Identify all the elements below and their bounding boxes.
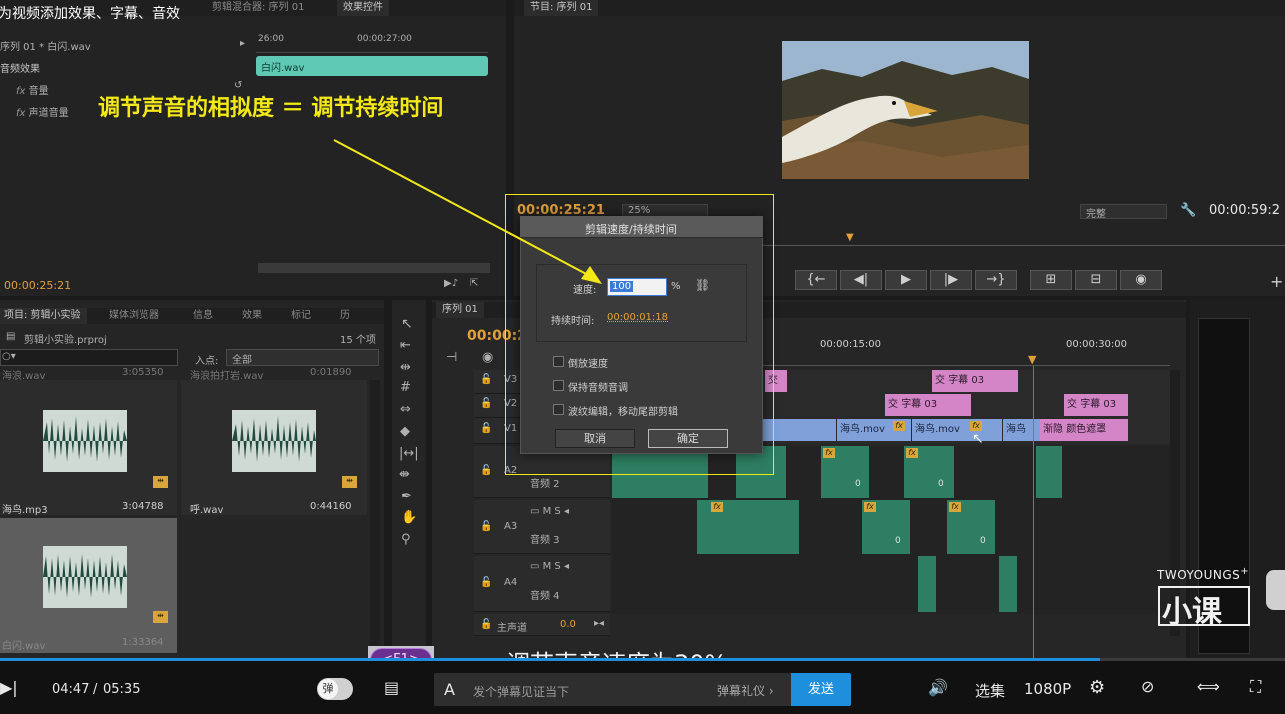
- fullscreen-icon[interactable]: ⛶: [1250, 677, 1261, 697]
- send-button-label: 发送: [807, 682, 834, 697]
- time-separator: /: [93, 682, 98, 697]
- total-time: 05:35: [103, 682, 141, 697]
- watermark-brand: TWOYOUNGS+: [1157, 566, 1250, 582]
- player-settings-icon[interactable]: ⚙: [1089, 677, 1105, 698]
- side-handle[interactable]: [1266, 570, 1285, 610]
- danmu-placeholder: 发个弹幕见证当下: [473, 685, 570, 699]
- next-icon[interactable]: ▶|: [0, 678, 18, 697]
- episodes-button[interactable]: 选集: [975, 680, 1005, 701]
- watermark-logo-text: 小课: [1162, 595, 1222, 630]
- send-button[interactable]: 发送: [791, 673, 851, 706]
- quality-button[interactable]: 1080P: [1024, 680, 1071, 698]
- danmu-toggle-label: 弹: [322, 682, 334, 695]
- danmu-etiquette-link[interactable]: 弹幕礼仪 ›: [717, 682, 774, 699]
- annotation-arrow: [333, 139, 602, 284]
- pip-off-icon[interactable]: ⊘: [1141, 677, 1154, 696]
- current-time: 04:47: [52, 682, 90, 697]
- danmu-settings-icon[interactable]: ▤: [384, 678, 399, 697]
- danmu-style-icon[interactable]: A: [444, 680, 455, 699]
- volume-icon[interactable]: 🔊: [928, 678, 948, 697]
- danmu-toggle-knob: 弹: [318, 679, 338, 699]
- widescreen-icon[interactable]: ⟺: [1197, 677, 1220, 696]
